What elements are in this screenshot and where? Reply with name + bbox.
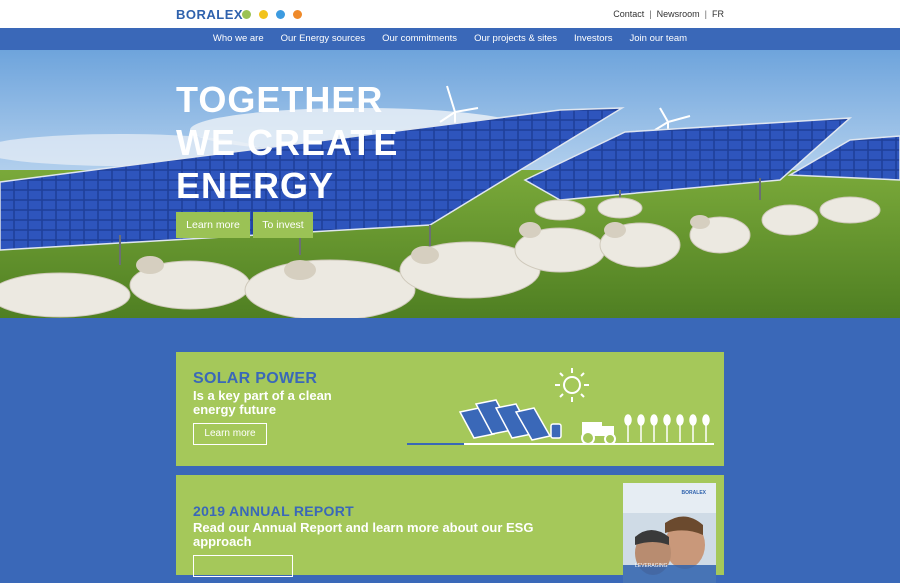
card-kicker: SOLAR POWER <box>193 370 318 387</box>
annual-report-card: 2019 ANNUAL REPORT Read our Annual Repor… <box>176 475 724 583</box>
card-text-line: approach <box>193 533 252 549</box>
fire-energy-icon[interactable] <box>293 10 302 19</box>
separator: | <box>649 9 652 19</box>
nav-commitments[interactable]: Our commitments <box>374 28 466 50</box>
boralex-logo[interactable]: BORALEX <box>176 7 243 22</box>
hero-image <box>0 50 900 318</box>
solar-power-card: SOLAR POWER Is a key part of a clean ene… <box>176 352 724 466</box>
hero-title-line: WE CREATE <box>176 122 399 163</box>
cover-caption: LEVERAGING <box>635 563 668 569</box>
newsroom-link[interactable]: Newsroom <box>657 9 700 19</box>
card-text-line: Read our Annual Report and learn more ab… <box>193 520 534 535</box>
card-text-line: Is a key part of a clean <box>193 388 332 403</box>
solar-learn-more-button[interactable]: Learn more <box>193 423 267 445</box>
card-text: Is a key part of a clean energy future <box>193 389 332 416</box>
hero-banner: TOGETHER WE CREATE ENERGY Learn more To … <box>0 50 900 318</box>
contact-link[interactable]: Contact <box>613 9 644 19</box>
hero-title-line: TOGETHER <box>176 79 384 120</box>
energy-icons <box>242 10 302 19</box>
cover-logo: BORALEX <box>681 490 706 496</box>
utility-links: Contact | Newsroom | FR <box>613 9 724 19</box>
nav-energy-sources[interactable]: Our Energy sources <box>272 28 373 50</box>
language-link[interactable]: FR <box>712 9 724 19</box>
annual-report-cover[interactable]: BORALEX LEVERAGING <box>623 483 716 583</box>
to-invest-button[interactable]: To invest <box>253 212 313 238</box>
green-energy-icon[interactable] <box>242 10 251 19</box>
sun-energy-icon[interactable] <box>259 10 268 19</box>
nav-investors[interactable]: Investors <box>565 28 621 50</box>
hero-title-line: ENERGY <box>176 165 335 206</box>
water-energy-icon[interactable] <box>276 10 285 19</box>
hero-title: TOGETHER WE CREATE ENERGY <box>176 78 398 207</box>
top-bar: BORALEX Contact | Newsroom | FR <box>0 0 900 28</box>
nav-join-team[interactable]: Join our team <box>621 28 696 50</box>
separator: | <box>704 9 707 19</box>
card-text: Read our Annual Report and learn more ab… <box>193 521 533 548</box>
report-button[interactable] <box>193 555 293 577</box>
card-kicker: 2019 ANNUAL REPORT <box>193 503 354 519</box>
main-nav: Who we are Our Energy sources Our commit… <box>0 28 900 50</box>
solar-farm-illustration <box>407 368 714 445</box>
learn-more-button[interactable]: Learn more <box>176 212 250 238</box>
card-text-line: energy future <box>193 401 277 417</box>
nav-who-we-are[interactable]: Who we are <box>204 28 272 50</box>
nav-projects-sites[interactable]: Our projects & sites <box>466 28 566 50</box>
